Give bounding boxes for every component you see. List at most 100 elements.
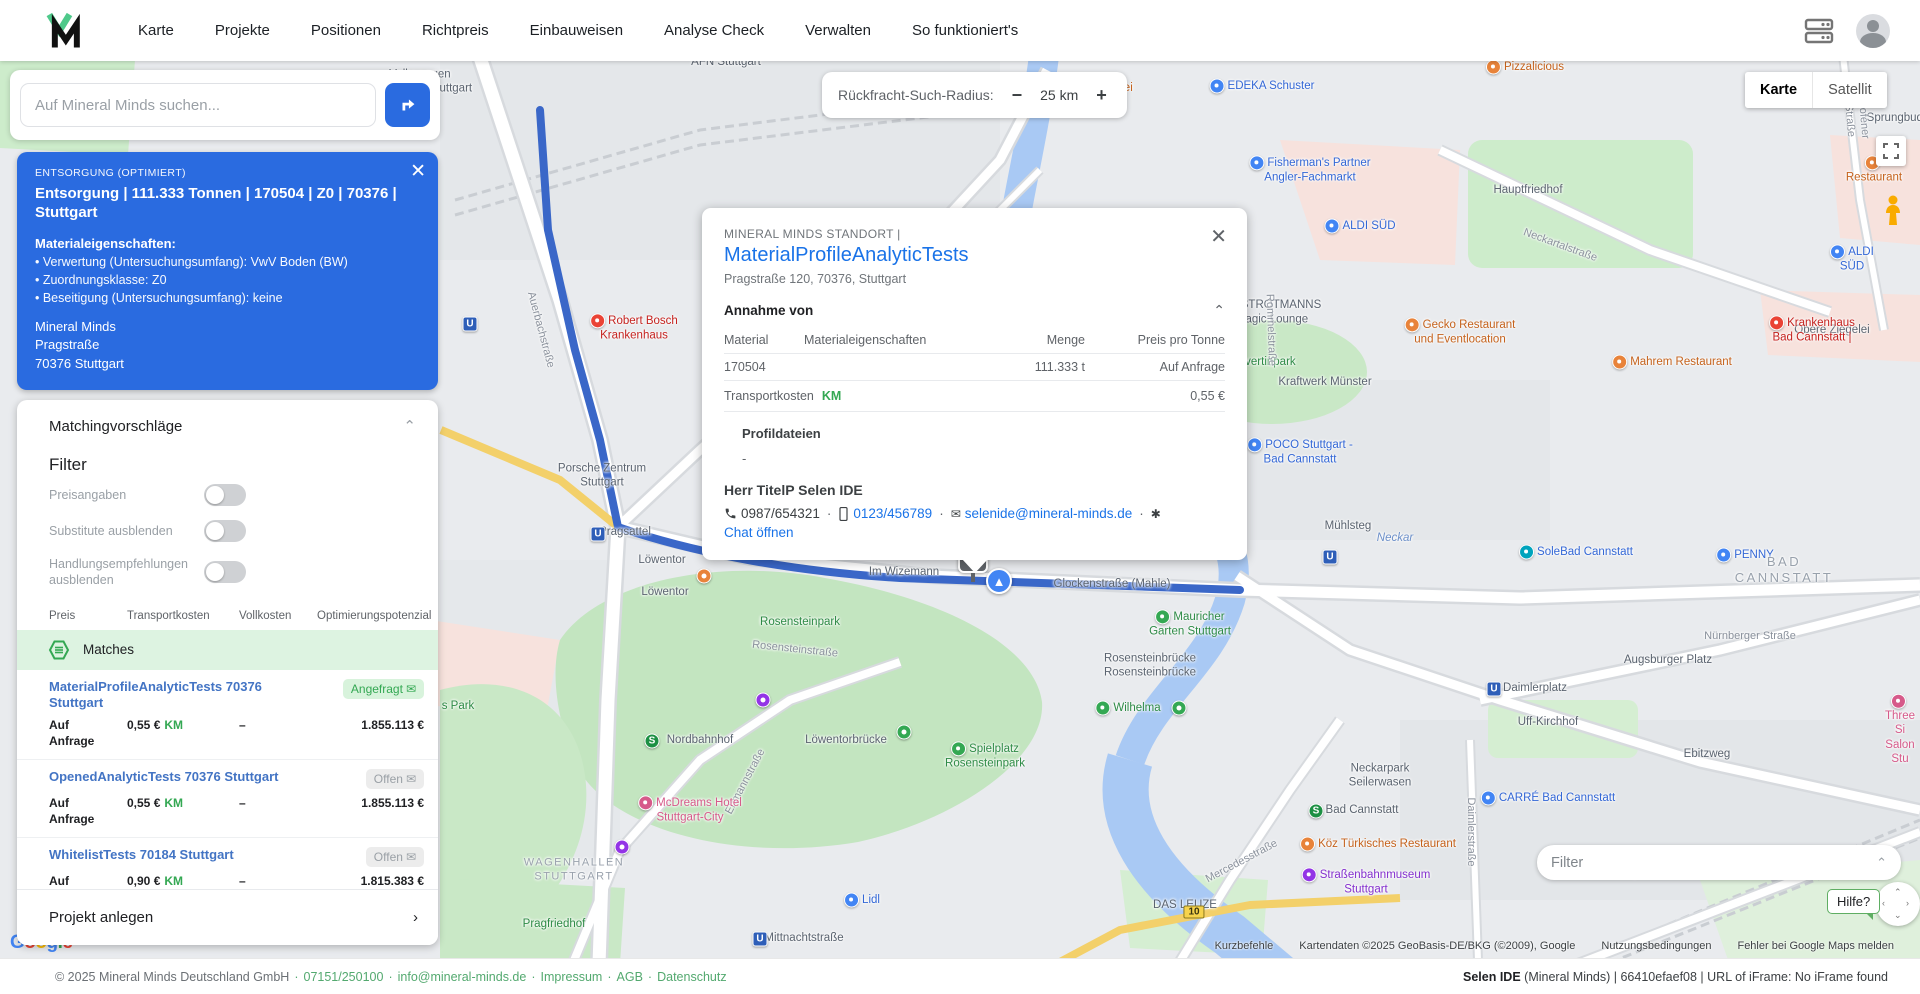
map-label[interactable]: Straßenbahnmuseum Stuttgart [1301, 867, 1430, 896]
map-label[interactable]: McDreams Hotel Stuttgart-City [638, 795, 742, 824]
poi-icon[interactable] [1095, 700, 1111, 716]
search-input[interactable] [20, 83, 376, 127]
map-label[interactable]: Krankenhaus Bad Cannstatt | [1769, 315, 1855, 344]
poi-icon[interactable] [1612, 354, 1628, 370]
email-link[interactable]: selenide@mineral-minds.de [965, 506, 1133, 521]
phone-number[interactable]: 0987/654321 [741, 506, 820, 521]
ubahn-station-badge[interactable]: U [752, 931, 768, 947]
ubahn-station-badge[interactable]: U [462, 316, 478, 332]
nav-analyse-check[interactable]: Analyse Check [664, 22, 764, 39]
terms-link[interactable]: Nutzungsbedingungen [1601, 940, 1711, 952]
road-shield[interactable]: 10 [1183, 905, 1205, 919]
map-label[interactable]: Mauricher Garten Stuttgart [1149, 609, 1231, 638]
nav-projekte[interactable]: Projekte [215, 22, 270, 39]
chat-link[interactable]: Chat öffnen [724, 525, 794, 540]
poi-marker[interactable] [614, 839, 630, 855]
ubahn-station-badge[interactable]: U [590, 526, 606, 542]
map-label[interactable]: Fisherman's Partner Angler-Fachmarkt [1249, 155, 1371, 184]
map-label[interactable]: Mahrem Restaurant [1612, 354, 1732, 370]
popup-title-link[interactable]: MaterialProfileAnalyticTests [724, 244, 1225, 267]
poi-icon[interactable] [1155, 609, 1171, 625]
status-badge[interactable]: Offen ✉ [365, 847, 424, 868]
map-label[interactable]: Spielplatz Rosensteinpark [945, 741, 1025, 770]
map-label[interactable]: Lidl [844, 892, 880, 908]
footer-phone-link[interactable]: 07151/250100 [304, 970, 384, 984]
map-filter-input[interactable] [1551, 854, 1877, 871]
nav-verwalten[interactable]: Verwalten [805, 22, 871, 39]
poi-icon[interactable] [1209, 78, 1225, 94]
directions-button[interactable] [385, 83, 430, 127]
poi-marker[interactable] [755, 692, 771, 708]
radius-decrease-button[interactable]: − [1008, 85, 1027, 106]
status-badge[interactable]: Angefragt ✉ [342, 678, 424, 699]
agb-link[interactable]: AGB [617, 970, 643, 984]
poi-icon[interactable] [1769, 315, 1785, 331]
poi-icon[interactable] [844, 892, 860, 908]
filter-collapse-chevron-icon[interactable]: ⌃ [1876, 855, 1887, 871]
map-label[interactable]: Gecko Restaurant und Eventlocation [1404, 317, 1515, 346]
report-error-link[interactable]: Fehler bei Google Maps melden [1737, 940, 1894, 952]
nav-einbauweisen[interactable]: Einbauweisen [530, 22, 623, 39]
poi-icon[interactable] [1519, 544, 1535, 560]
sbahn-station-badge[interactable]: S [1308, 803, 1324, 819]
map-label[interactable]: Pizzalicious [1485, 59, 1564, 75]
nav-positionen[interactable]: Positionen [311, 22, 381, 39]
server-stack-icon[interactable] [1804, 17, 1834, 45]
shortcuts-link[interactable]: Kurzbefehle [1215, 940, 1274, 952]
section-collapse-chevron-icon[interactable]: ⌃ [1213, 302, 1225, 319]
status-badge[interactable]: Offen ✉ [365, 769, 424, 790]
map-label[interactable]: ALDI SÜD [1818, 244, 1886, 273]
impressum-link[interactable]: Impressum [541, 970, 603, 984]
match-link[interactable]: MaterialProfileAnalyticTests 70376 Stutt… [49, 679, 304, 712]
nav-arrow-marker[interactable]: ▲ [986, 568, 1012, 594]
map-label[interactable]: EDEKA Schuster [1209, 78, 1314, 94]
match-link[interactable]: OpenedAnalyticTests 70376 Stuttgart [49, 769, 279, 785]
help-button[interactable]: Hilfe? [1827, 889, 1881, 920]
poi-icon[interactable] [1890, 693, 1906, 709]
handlungsempfehlungen-toggle[interactable] [204, 561, 246, 584]
ubahn-station-badge[interactable]: U [1486, 681, 1502, 697]
map-type-satellit[interactable]: Satellit [1812, 72, 1887, 108]
datenschutz-link[interactable]: Datenschutz [657, 970, 726, 984]
poi-icon[interactable] [1247, 437, 1263, 453]
tilt-rotate-control[interactable]: ⌃ ⌄ ‹ › [1876, 882, 1920, 926]
poi-icon[interactable] [1830, 244, 1846, 260]
map-label[interactable]: Wilhelma [1095, 700, 1161, 716]
radius-increase-button[interactable]: + [1092, 85, 1111, 106]
user-avatar[interactable] [1856, 13, 1890, 48]
poi-marker[interactable] [896, 724, 912, 740]
poi-icon[interactable] [638, 795, 654, 811]
poi-icon[interactable] [590, 313, 606, 329]
poi-marker[interactable] [1171, 700, 1187, 716]
map-label[interactable]: SoleBad Cannstatt [1519, 544, 1633, 560]
footer-email-link[interactable]: info@mineral-minds.de [398, 970, 527, 984]
match-link[interactable]: WhitelistTests 70184 Stuttgart [49, 847, 234, 863]
poi-icon[interactable] [1324, 218, 1340, 234]
mobile-number-link[interactable]: 0123/456789 [853, 506, 932, 521]
preisangaben-toggle[interactable] [204, 484, 246, 506]
fullscreen-button[interactable] [1876, 136, 1906, 166]
map-label[interactable]: ALDI SÜD [1324, 218, 1396, 234]
create-project-button[interactable]: Projekt anlegen › [17, 889, 438, 945]
poi-icon[interactable] [1300, 836, 1316, 852]
collapse-chevron-icon[interactable]: ⌃ [403, 417, 416, 435]
mineral-minds-logo[interactable] [42, 9, 86, 53]
poi-icon[interactable] [1249, 155, 1265, 171]
nav-richtpreis[interactable]: Richtpreis [422, 22, 489, 39]
map-label[interactable]: CARRÉ Bad Cannstatt [1480, 790, 1615, 806]
close-icon[interactable]: ✕ [1210, 224, 1227, 249]
map-label[interactable]: Köz Türkisches Restaurant [1300, 836, 1456, 852]
substitute-toggle[interactable] [204, 520, 246, 542]
map-label[interactable]: Three Si Salon Stu [1885, 693, 1915, 767]
poi-icon[interactable] [1480, 790, 1496, 806]
pegman-icon[interactable] [1880, 194, 1906, 226]
map-type-karte[interactable]: Karte [1745, 72, 1813, 108]
poi-icon[interactable] [1301, 867, 1317, 883]
poi-icon[interactable] [1485, 59, 1501, 75]
sbahn-station-badge[interactable]: S [644, 733, 660, 749]
poi-icon[interactable] [951, 741, 967, 757]
poi-marker[interactable] [696, 568, 712, 584]
poi-icon[interactable] [1404, 317, 1420, 333]
map-label[interactable]: Robert Bosch Krankenhaus [590, 313, 678, 342]
nav-karte[interactable]: Karte [138, 22, 174, 39]
